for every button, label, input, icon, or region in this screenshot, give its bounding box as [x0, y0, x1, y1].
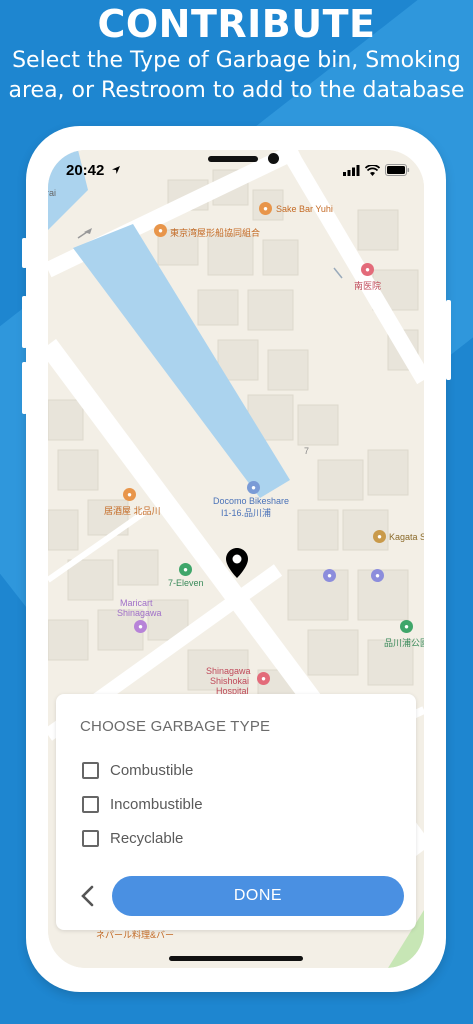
notch-camera: [268, 153, 279, 164]
map-label-kagata: Kagata S: [389, 532, 424, 542]
option-recyclable[interactable]: Recyclable: [82, 827, 183, 849]
home-indicator[interactable]: [169, 956, 303, 961]
map-label-maricart-2: Shinagawa: [117, 608, 162, 618]
map-label-seven-eleven: 7-Eleven: [168, 578, 204, 588]
option-combustible[interactable]: Combustible: [82, 759, 193, 781]
map-label-tokyo-wan: 東京湾屋形船協同組合: [170, 228, 261, 238]
option-label: Recyclable: [110, 829, 184, 847]
map-label-izakaya: 居酒屋 北品川: [104, 506, 161, 516]
notch-speaker: [208, 156, 258, 162]
checkbox-icon[interactable]: [82, 795, 99, 813]
promo-subtitle-line2: area, or Restroom to add to the database: [8, 78, 465, 103]
bar-icon[interactable]: ●: [259, 202, 272, 215]
location-arrow-icon: [111, 166, 120, 174]
chevron-left-icon[interactable]: [78, 884, 98, 908]
bikeshare-icon[interactable]: ●: [247, 481, 260, 494]
battery-icon: [385, 164, 410, 176]
garbage-type-sheet: CHOOSE GARBAGE TYPE Combustible Incombus…: [56, 694, 416, 930]
option-label: Incombustible: [110, 795, 203, 813]
map-label-maricart-1: Maricart: [120, 598, 153, 608]
hospital-icon[interactable]: ●: [361, 263, 374, 276]
phone-screen: ● Sake Bar Yuhi ● 東京湾屋形船協同組合 ● 南医院 7 ● D…: [48, 150, 424, 968]
map-label-park: 品川浦公園: [384, 638, 424, 648]
map-label-block-number: 7: [304, 446, 310, 456]
map-label-docomo-2: I1-16.品川浦: [221, 508, 272, 518]
promo-title: CONTRIBUTE: [97, 2, 376, 46]
izakaya-icon[interactable]: ●: [123, 488, 136, 501]
phone-volume-down: [22, 362, 27, 414]
restaurant-icon[interactable]: ●: [154, 224, 167, 237]
phone-power-button: [446, 300, 451, 380]
map-label-hospital-1: Shinagawa: [206, 666, 251, 676]
option-label: Combustible: [110, 761, 194, 779]
done-button[interactable]: DONE: [112, 876, 404, 916]
phone-volume-up: [22, 296, 27, 348]
status-time: 20:42: [66, 162, 121, 179]
convenience-store-icon[interactable]: ●: [179, 563, 192, 576]
option-incombustible[interactable]: Incombustible: [82, 793, 203, 815]
phone-silent-switch: [22, 238, 27, 268]
sheet-title: CHOOSE GARBAGE TYPE: [80, 718, 271, 735]
status-bar: 20:42: [48, 150, 424, 194]
shop-icon[interactable]: ●: [373, 530, 386, 543]
map-label-sake-bar: Sake Bar Yuhi: [276, 204, 333, 214]
park-icon[interactable]: ●: [400, 620, 413, 633]
hospital-icon-2[interactable]: ●: [257, 672, 270, 685]
status-time-text: 20:42: [66, 162, 105, 179]
promo-subtitle-line1: Select the Type of Garbage bin, Smoking: [12, 48, 461, 73]
kart-icon[interactable]: ●: [134, 620, 147, 633]
map-label-docomo-1: Docomo Bikeshare: [213, 496, 290, 506]
wifi-icon: [365, 164, 380, 176]
checkbox-icon[interactable]: [82, 829, 99, 847]
map-label-minami-iin: 南医院: [354, 281, 382, 291]
status-icons: [343, 164, 410, 176]
restroom-icon-2[interactable]: ●: [371, 569, 384, 582]
checkbox-icon[interactable]: [82, 761, 99, 779]
map-pin-icon[interactable]: [226, 548, 248, 578]
promo-header: CONTRIBUTE Select the Type of Garbage bi…: [0, 0, 473, 106]
map-label-hospital-2: Shishokai: [210, 676, 250, 686]
restroom-icon[interactable]: ●: [323, 569, 336, 582]
signal-icon: [343, 164, 360, 176]
